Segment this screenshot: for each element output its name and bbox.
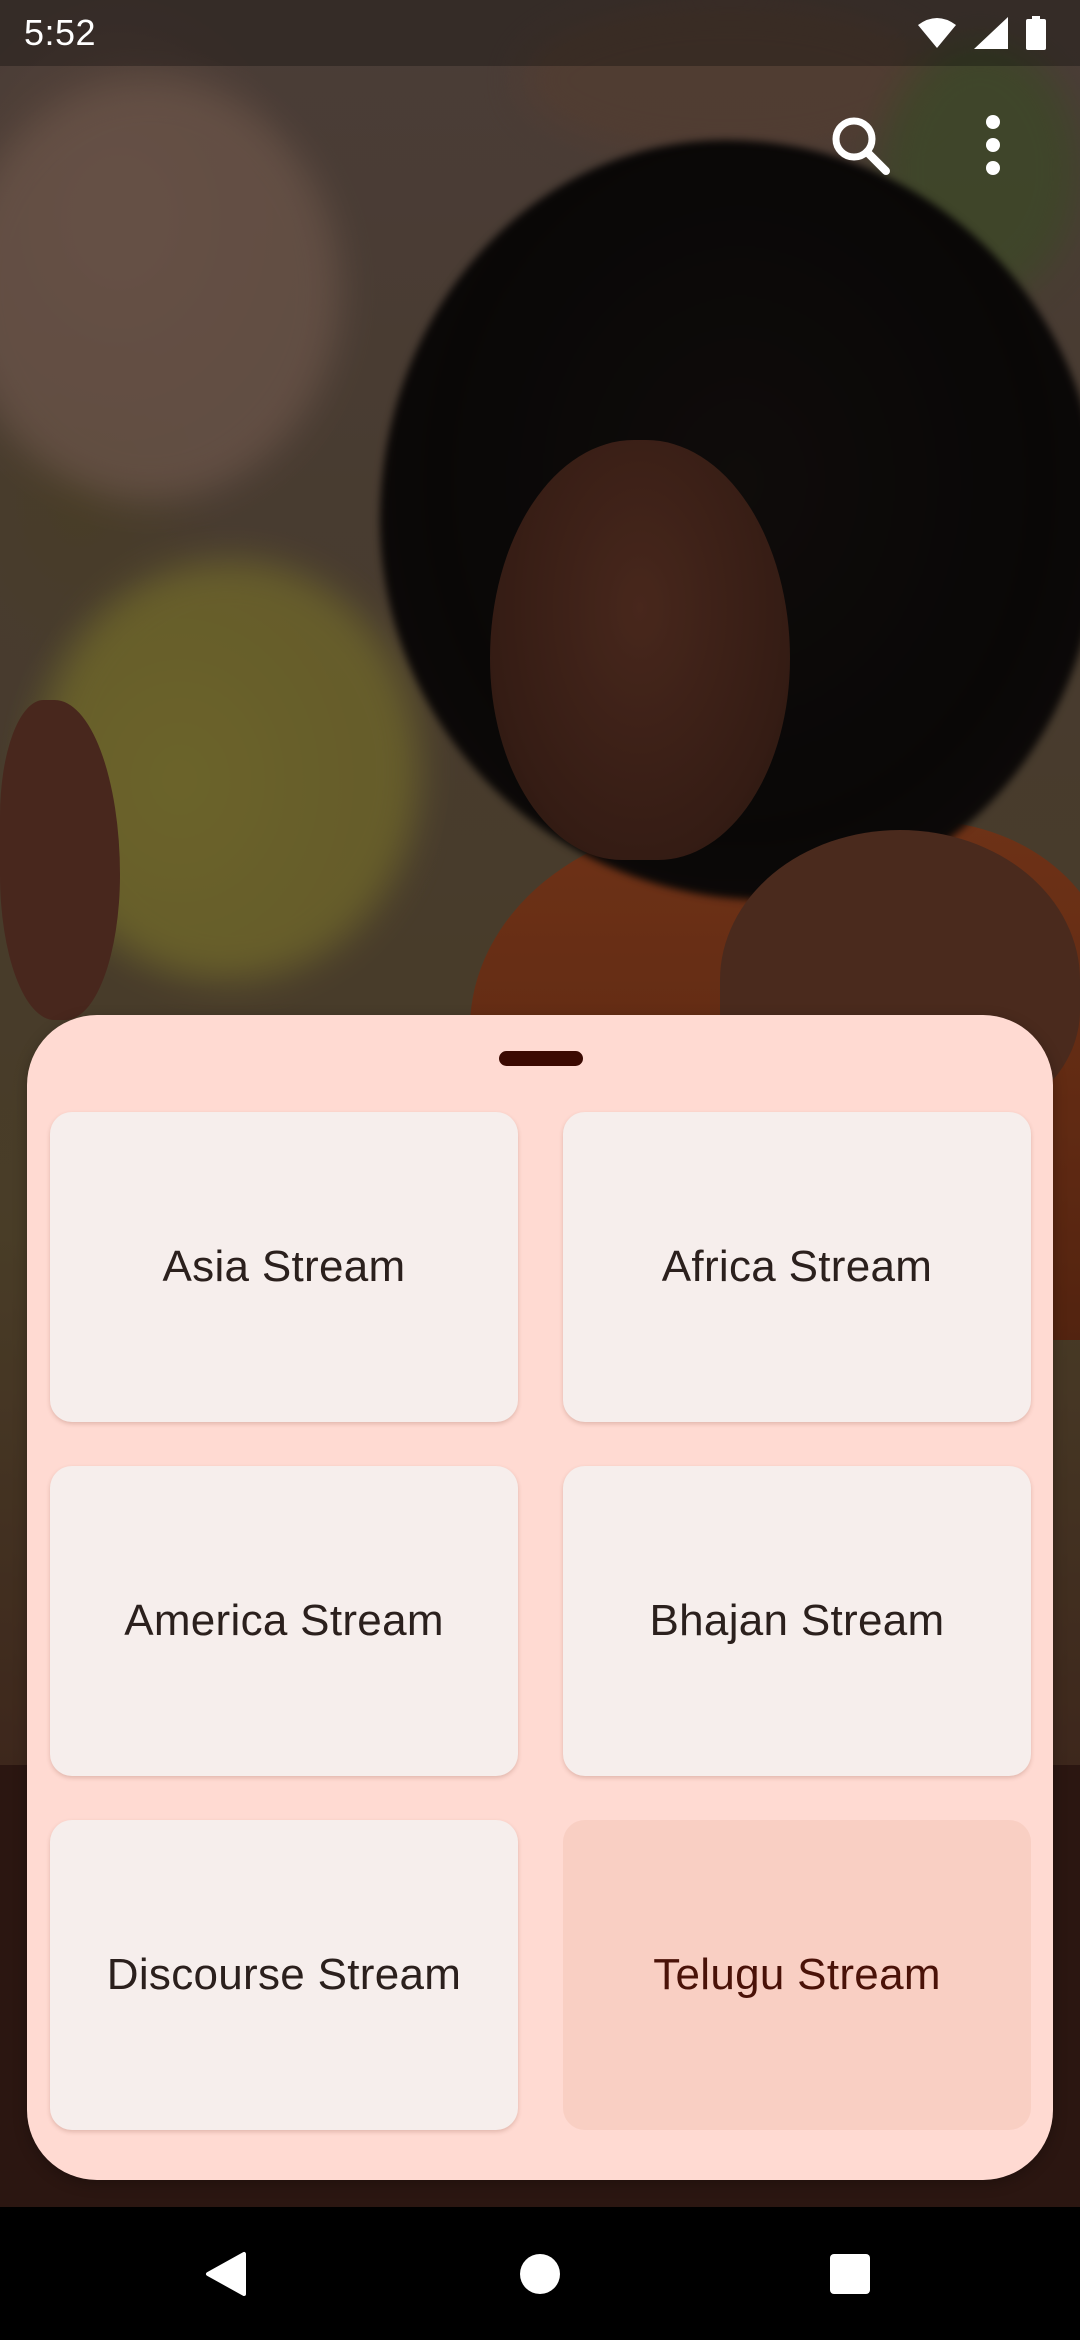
status-bar: 5:52	[0, 0, 1080, 66]
recents-button[interactable]	[820, 2244, 880, 2304]
stream-card-asia[interactable]: Asia Stream	[50, 1112, 518, 1422]
stream-card-label: Africa Stream	[661, 1242, 933, 1291]
navigation-bar	[0, 2207, 1080, 2340]
stream-card-label: Bhajan Stream	[649, 1596, 945, 1645]
search-icon	[832, 117, 890, 175]
back-icon	[206, 2252, 246, 2296]
stream-card-africa[interactable]: Africa Stream	[563, 1112, 1031, 1422]
home-icon	[520, 2254, 560, 2294]
status-icons	[918, 16, 1046, 50]
stream-card-bhajan[interactable]: Bhajan Stream	[563, 1466, 1031, 1776]
stream-card-label: Discourse Stream	[106, 1950, 462, 1999]
status-time: 5:52	[24, 12, 97, 53]
more-vert-icon	[986, 115, 1000, 175]
stream-card-label: America Stream	[124, 1596, 444, 1645]
wifi-icon	[918, 18, 956, 48]
signal-icon	[974, 17, 1008, 49]
stream-card-label: Asia Stream	[162, 1242, 406, 1291]
stream-card-telugu[interactable]: Telugu Stream	[563, 1820, 1031, 2130]
stream-card-america[interactable]: America Stream	[50, 1466, 518, 1776]
stream-card-label: Telugu Stream	[653, 1950, 941, 1999]
more-options-button[interactable]	[948, 100, 1038, 190]
streams-bottom-sheet: Asia Stream Africa Stream America Stream…	[27, 1015, 1053, 2180]
battery-icon	[1026, 16, 1046, 50]
back-button[interactable]	[196, 2244, 256, 2304]
stream-grid: Asia Stream Africa Stream America Stream…	[50, 1112, 1031, 2130]
recents-icon	[830, 2254, 870, 2294]
home-button[interactable]	[510, 2244, 570, 2304]
stream-card-discourse[interactable]: Discourse Stream	[50, 1820, 518, 2130]
search-button[interactable]	[815, 100, 905, 190]
drag-handle[interactable]	[499, 1051, 583, 1066]
